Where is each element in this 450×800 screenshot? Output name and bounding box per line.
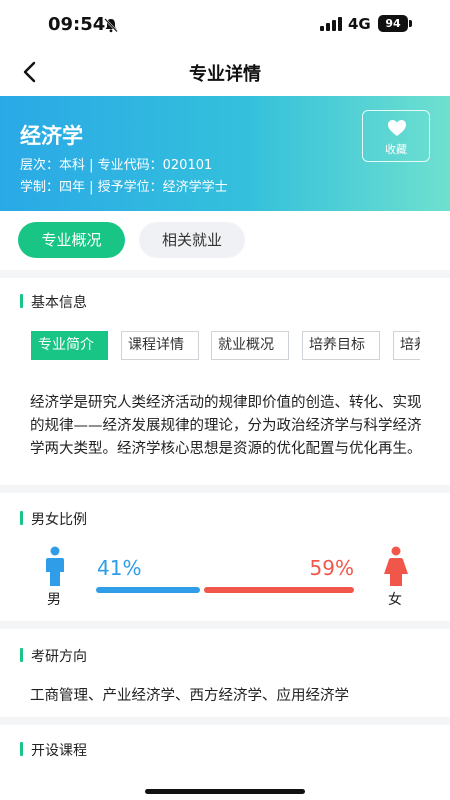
female-person-icon xyxy=(384,546,408,586)
tab-overview[interactable]: 专业概况 xyxy=(18,222,125,258)
section-accent-bar xyxy=(20,511,23,525)
major-duration-degree: 学制：四年 | 授予学位：经济学学士 xyxy=(20,180,228,195)
network-label: 4G xyxy=(348,15,371,33)
male-person-icon xyxy=(46,546,64,586)
heart-icon xyxy=(388,120,406,136)
favorite-button[interactable]: 收藏 xyxy=(362,110,430,162)
home-indicator xyxy=(145,789,305,794)
section-divider xyxy=(0,717,450,725)
postgrad-header: 考研方向 xyxy=(20,646,440,665)
major-header: 经济学 层次：本科 | 专业代码：020101 学制：四年 | 授予学位：经济学… xyxy=(0,96,450,211)
nav-bar: 专业详情 xyxy=(0,48,450,96)
favorite-label: 收藏 xyxy=(385,143,407,156)
gender-ratio-header: 男女比例 xyxy=(20,509,440,528)
chip-employment-overview[interactable]: 就业概况 xyxy=(211,331,289,360)
section-title: 考研方向 xyxy=(31,649,87,665)
tab-related-jobs[interactable]: 相关就业 xyxy=(139,222,245,258)
section-divider xyxy=(0,621,450,629)
male-ratio-bar xyxy=(96,587,200,593)
section-accent-bar xyxy=(20,742,23,756)
female-percent: 59% xyxy=(309,556,354,580)
battery-icon: 94 xyxy=(378,15,408,32)
male-percent: 41% xyxy=(97,556,142,580)
battery-tip xyxy=(409,20,412,27)
section-divider xyxy=(0,485,450,493)
section-title: 开设课程 xyxy=(31,743,87,759)
section-title: 基本信息 xyxy=(31,295,87,311)
section-accent-bar xyxy=(20,294,23,308)
female-label: 女 xyxy=(388,592,402,608)
basic-info-header: 基本信息 xyxy=(20,292,440,311)
male-label: 男 xyxy=(47,592,61,608)
status-time: 09:54 xyxy=(48,14,106,35)
tabs-row: 专业概况 相关就业 xyxy=(0,211,450,271)
section-divider xyxy=(0,270,450,278)
page-title: 专业详情 xyxy=(189,64,261,85)
bell-muted-icon xyxy=(104,18,118,33)
chip-training-partial[interactable]: 培养 xyxy=(393,331,420,360)
chip-major-intro[interactable]: 专业简介 xyxy=(31,331,108,360)
chip-training-goals[interactable]: 培养目标 xyxy=(302,331,380,360)
major-intro-text: 经济学是研究人类经济活动的规律即价值的创造、转化、实现的规律——经济发展规律的理… xyxy=(30,395,422,457)
major-level-code: 层次：本科 | 专业代码：020101 xyxy=(20,158,213,173)
section-accent-bar xyxy=(20,648,23,662)
status-bar: 09:54 4G 94 xyxy=(0,0,450,48)
section-title: 男女比例 xyxy=(31,512,87,528)
signal-icon xyxy=(320,17,342,31)
chip-course-details[interactable]: 课程详情 xyxy=(121,331,199,360)
courses-header: 开设课程 xyxy=(20,740,440,759)
major-name: 经济学 xyxy=(20,124,83,148)
female-ratio-bar xyxy=(204,587,354,593)
postgrad-directions: 工商管理、产业经济学、西方经济学、应用经济学 xyxy=(30,688,349,704)
